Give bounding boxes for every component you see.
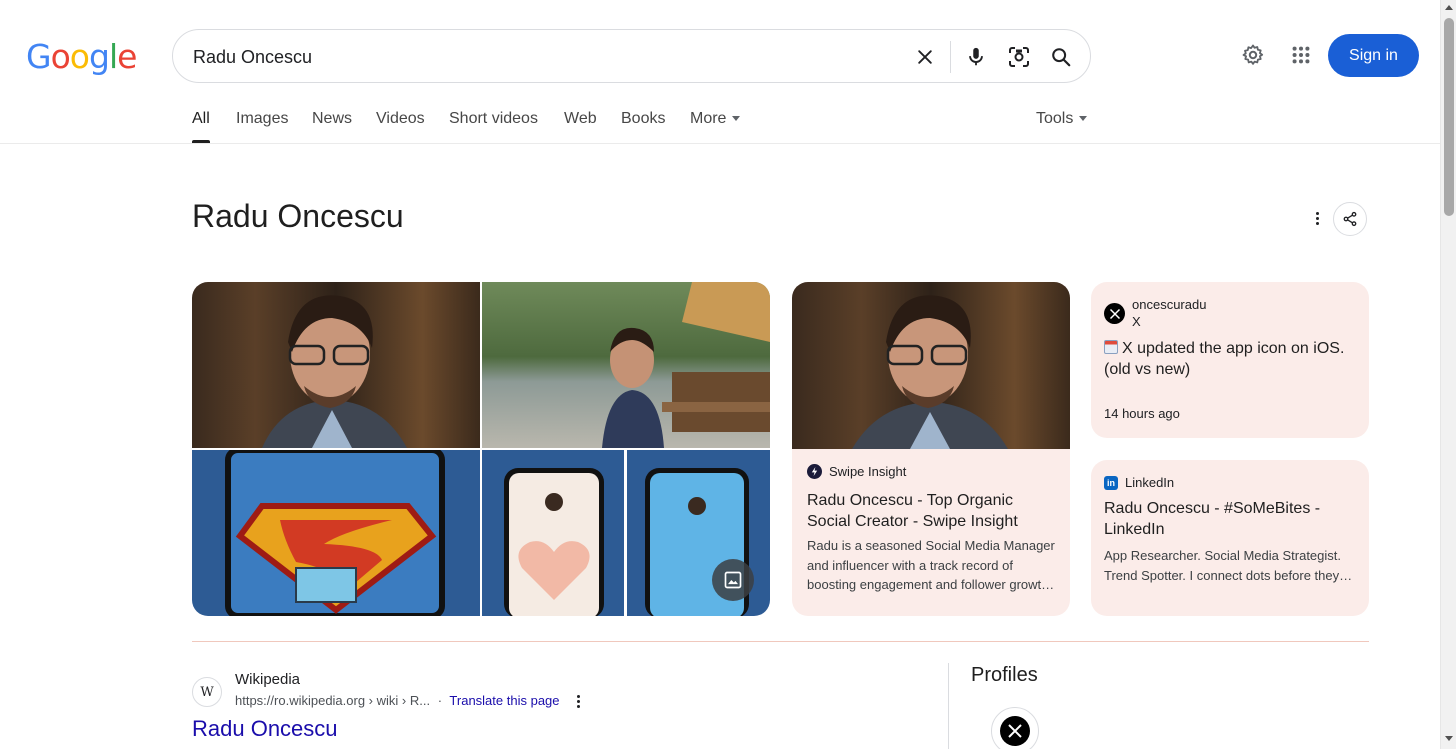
gear-icon[interactable] (1240, 42, 1266, 68)
search-input[interactable] (193, 44, 893, 70)
scroll-down-icon[interactable] (1445, 736, 1453, 741)
swipe-insight-favicon-icon (807, 464, 822, 479)
chevron-down-icon (1079, 116, 1088, 122)
calendar-emoji-icon (1104, 340, 1118, 354)
result-url: https://ro.wikipedia.org › wiki › R... ·… (235, 693, 581, 709)
result-site-name: Wikipedia (235, 671, 301, 688)
tab-images[interactable]: Images (236, 110, 288, 143)
profiles-heading: Profiles (971, 664, 1038, 686)
clear-icon[interactable] (911, 43, 939, 71)
card-source: in LinkedIn (1104, 475, 1174, 490)
more-images-icon[interactable] (712, 559, 754, 601)
more-options-icon[interactable] (1308, 208, 1326, 228)
logo-letter: o (50, 37, 71, 76)
tab-label: Images (236, 110, 289, 127)
tab-label: Videos (376, 110, 425, 127)
card-title: Radu Oncescu - #SoMeBites - LinkedIn (1104, 500, 1321, 538)
x-platform-label: X (1132, 314, 1141, 329)
card-source: Swipe Insight (807, 464, 906, 479)
section-divider (192, 641, 1369, 642)
tab-web[interactable]: Web (564, 110, 597, 143)
swipe-insight-card[interactable]: Swipe Insight Radu Oncescu - Top Organic… (792, 282, 1070, 616)
scroll-thumb[interactable] (1444, 18, 1454, 216)
column-divider (948, 663, 949, 749)
logo-letter: l (108, 37, 118, 76)
result-title-link[interactable]: Radu Oncescu (192, 716, 338, 742)
x-post-card[interactable]: oncescuradu X X updated the app icon on … (1091, 282, 1369, 438)
scroll-up-icon[interactable] (1445, 5, 1453, 10)
logo-letter: g (88, 37, 110, 76)
linkedin-favicon-icon: in (1104, 475, 1118, 490)
x-logo-icon (1000, 716, 1030, 746)
tab-all[interactable]: All (192, 110, 210, 143)
x-post-body: X updated the app icon on iOS. (old vs n… (1104, 340, 1345, 378)
card-snippet: App Researcher. Social Media Strategist.… (1104, 548, 1353, 583)
photo-phone-heart[interactable] (482, 450, 624, 616)
card-photo-portrait (792, 282, 1070, 449)
x-profile-icon[interactable] (991, 707, 1039, 749)
logo-letter: o (69, 37, 90, 76)
knowledge-panel-title: Radu Oncescu (192, 198, 404, 234)
result-options-icon[interactable] (577, 695, 581, 709)
tab-news[interactable]: News (312, 110, 352, 143)
lens-icon[interactable] (1005, 43, 1033, 71)
card-snippet: Radu is a seasoned Social Media Manager … (807, 538, 1055, 592)
photo-outdoor[interactable] (482, 282, 770, 448)
search-divider (950, 41, 951, 73)
tab-more[interactable]: More (690, 110, 741, 143)
chevron-down-icon (732, 116, 741, 122)
tab-label: More (690, 110, 727, 127)
tab-videos[interactable]: Videos (376, 110, 425, 143)
card-source-name: Swipe Insight (829, 464, 907, 479)
tab-label: Short videos (449, 110, 538, 127)
share-icon[interactable] (1333, 202, 1367, 236)
image-collage[interactable] (192, 282, 770, 616)
linkedin-card[interactable]: in LinkedIn Radu Oncescu - #SoMeBites - … (1091, 460, 1369, 616)
wikipedia-favicon-icon: W (192, 677, 222, 707)
tab-label: Books (621, 110, 666, 127)
tab-label: News (312, 110, 353, 127)
x-logo-icon (1104, 303, 1125, 324)
photo-superman-graphic[interactable] (192, 447, 480, 616)
tools-button[interactable]: Tools (1036, 110, 1088, 143)
google-logo[interactable]: Google (26, 37, 137, 76)
microphone-icon[interactable] (962, 43, 990, 71)
search-box (172, 29, 1091, 83)
page-scrollbar[interactable] (1440, 0, 1456, 749)
translate-link[interactable]: Translate this page (449, 693, 559, 708)
tab-short-videos[interactable]: Short videos (449, 110, 538, 143)
url-separator: · (437, 693, 443, 708)
x-account-name: oncescuradu (1132, 297, 1207, 312)
result-url-text: https://ro.wikipedia.org › wiki › R... (235, 693, 431, 708)
tab-label: All (192, 110, 210, 127)
card-title: Radu Oncescu - Top Organic Social Creato… (807, 492, 1018, 530)
search-tabs: All Images News Videos Short videos Web … (0, 110, 1440, 144)
tools-label: Tools (1036, 110, 1074, 127)
logo-letter: G (26, 37, 52, 76)
x-post-time: 14 hours ago (1104, 406, 1180, 421)
search-icon[interactable] (1047, 43, 1075, 71)
tab-books[interactable]: Books (621, 110, 665, 143)
apps-grid-icon[interactable] (1288, 42, 1314, 68)
sign-in-button[interactable]: Sign in (1328, 34, 1419, 77)
x-post-text: X updated the app icon on iOS. (old vs n… (1104, 338, 1360, 380)
tab-label: Web (564, 110, 597, 127)
photo-portrait[interactable] (192, 282, 480, 448)
card-source-name: LinkedIn (1125, 475, 1175, 490)
logo-letter: e (117, 37, 137, 76)
